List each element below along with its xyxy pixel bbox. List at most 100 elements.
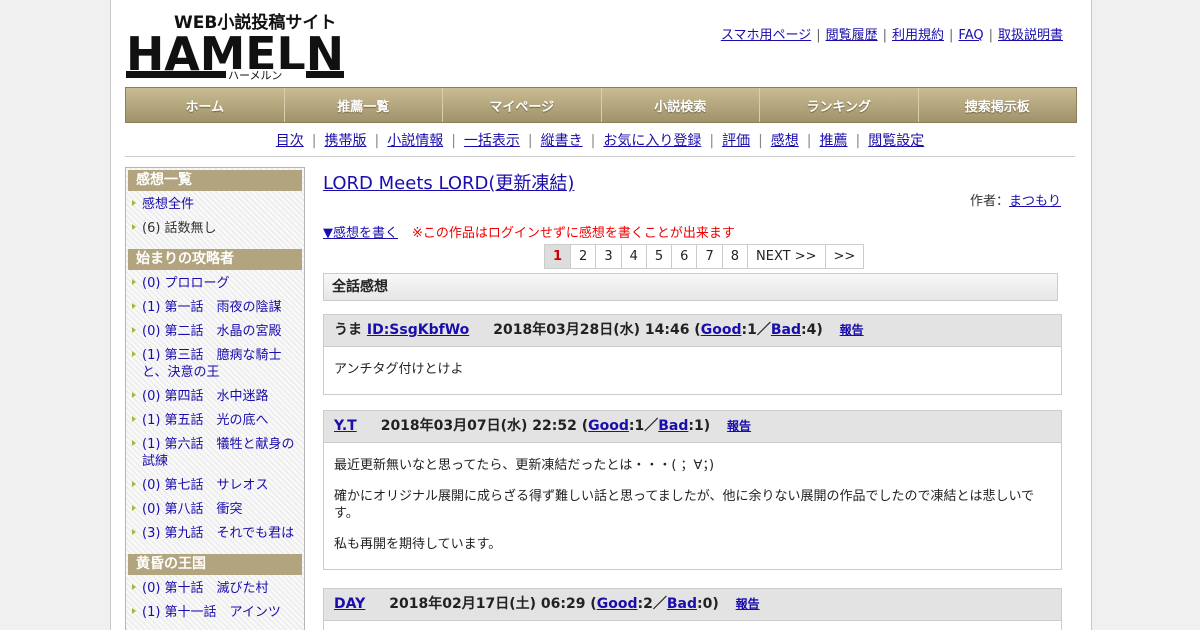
sidebar-list: (0) 第十話 滅びた村 (1) 第十一話 アインツ: [126, 579, 304, 627]
review-card: Y.T 2018年03月07日(水) 22:52 (Good:1／Bad:1) 報…: [323, 410, 1062, 570]
review-body: 最近更新無いなと思ってたら、更新凍結だったとは・・・( ；∀；) 確かにオリジナ…: [324, 443, 1061, 569]
review-body: アンチタグ付けとけよ: [324, 347, 1061, 394]
sidebar-item[interactable]: (1) 第三話 臆病な騎士と、決意の王: [126, 346, 304, 387]
sidebar-item[interactable]: (0) 第四話 水中迷路: [126, 387, 304, 411]
author-link[interactable]: まつもり: [1009, 194, 1061, 209]
subnav-reviews[interactable]: 感想: [771, 133, 799, 149]
sidebar-chapter-link[interactable]: (3) 第九話 それでも君は: [142, 526, 294, 541]
page-next[interactable]: NEXT >>: [748, 245, 826, 268]
sidebar-item[interactable]: 感想全件: [126, 195, 304, 219]
sidebar-chapter-link[interactable]: (1) 第三話 臆病な騎士と、決意の王: [142, 348, 282, 380]
review-user-link[interactable]: ID:SsgKbfWo: [367, 322, 469, 338]
toplink-manual[interactable]: 取扱説明書: [998, 28, 1063, 43]
sidebar-chapter-link[interactable]: (0) 第七話 サレオス: [142, 478, 269, 493]
hameln-logo[interactable]: WEB小説投稿サイト HAMELN ハーメルン: [126, 10, 346, 80]
page-1[interactable]: 1: [545, 245, 572, 268]
subnav-view-settings[interactable]: 閲覧設定: [868, 133, 924, 149]
sidebar-heading-arc-1: 始まりの攻略者: [128, 249, 302, 270]
bad-count: 0: [702, 596, 713, 612]
sidebar-list: 感想全件 (6) 話数無し: [126, 195, 304, 243]
review-header: うま ID:SsgKbfWo 2018年03月28日(水) 14:46 (Good…: [324, 315, 1061, 347]
sidebar-item-all-reviews[interactable]: 感想全件: [142, 197, 194, 212]
sidebar-item[interactable]: (1) 第五話 光の底へ: [126, 411, 304, 435]
review-date: 2018年03月07日(水) 22:52: [380, 418, 577, 434]
subnav-bulk-view[interactable]: 一括表示: [464, 133, 520, 149]
page: WEB小説投稿サイト HAMELN ハーメルン スマホ用ページ | 閲覧履歴 | 利用規…: [110, 0, 1092, 630]
sidebar-chapter-link[interactable]: (1) 第十一話 アインツ: [142, 605, 281, 620]
page-6[interactable]: 6: [672, 245, 698, 268]
bad-button[interactable]: Bad: [771, 322, 801, 338]
sidebar-chapter-link[interactable]: (0) プロローグ: [142, 276, 230, 291]
toplink-history[interactable]: 閲覧履歴: [826, 28, 878, 43]
toplink-terms[interactable]: 利用規約: [892, 28, 944, 43]
all-chapters-header: 全話感想: [323, 273, 1058, 301]
nav-search-board[interactable]: 捜索掲示板: [918, 88, 1076, 122]
review-header: DAY 2018年02月17日(土) 06:29 (Good:2／Bad:0) 報…: [324, 589, 1061, 621]
sidebar-chapter-link[interactable]: (0) 第八話 衝突: [142, 502, 243, 517]
sidebar-chapter-link[interactable]: (0) 第四話 水中迷路: [142, 389, 269, 404]
sidebar-chapter-link[interactable]: (1) 第五話 光の底へ: [142, 413, 269, 428]
sidebar-item[interactable]: (0) 第七話 サレオス: [126, 476, 304, 500]
page-8[interactable]: 8: [722, 245, 749, 268]
nav-novel-search[interactable]: 小説検索: [601, 88, 760, 122]
sidebar-item[interactable]: (0) プロローグ: [126, 274, 304, 298]
sidebar-item-no-chapter: (6) 話数無し: [142, 221, 217, 236]
good-button[interactable]: Good: [701, 322, 742, 338]
sidebar-chapter-link[interactable]: (0) 第二話 水晶の宮殿: [142, 324, 282, 339]
bad-button[interactable]: Bad: [658, 418, 688, 434]
report-link[interactable]: 報告: [727, 419, 751, 433]
page-last[interactable]: >>: [825, 245, 864, 268]
page-2[interactable]: 2: [571, 245, 597, 268]
sidebar-heading-review-list: 感想一覧: [128, 170, 302, 191]
sidebar-item[interactable]: (0) 第十話 滅びた村: [126, 579, 304, 603]
subnav-recommend[interactable]: 推薦: [820, 133, 848, 149]
toplink-smartphone[interactable]: スマホ用ページ: [721, 28, 811, 43]
report-link[interactable]: 報告: [840, 323, 864, 337]
subnav-novel-info[interactable]: 小説情報: [387, 133, 443, 149]
sidebar-list: (0) プロローグ (1) 第一話 雨夜の陰謀 (0) 第二話 水晶の宮殿 (1…: [126, 274, 304, 548]
nav-mypage[interactable]: マイページ: [443, 88, 602, 122]
review-user-link[interactable]: DAY: [334, 596, 365, 612]
good-count: 2: [643, 596, 653, 612]
nav-recommend-list[interactable]: 推薦一覧: [284, 88, 443, 122]
good-count: 1: [634, 418, 645, 434]
sidebar-item[interactable]: (1) 第十一話 アインツ: [126, 603, 304, 627]
page-7[interactable]: 7: [697, 245, 723, 268]
good-button[interactable]: Good: [597, 596, 638, 612]
page-5[interactable]: 5: [646, 245, 673, 268]
sidebar-chapter-link[interactable]: (1) 第一話 雨夜の陰謀: [142, 300, 282, 315]
nav-home[interactable]: ホーム: [126, 88, 285, 122]
sidebar-chapter-link[interactable]: (0) 第十話 滅びた村: [142, 581, 269, 596]
subnav-mobile[interactable]: 携帯版: [324, 133, 366, 149]
sidebar-item[interactable]: (1) 第六話 犠牲と献身の試練: [126, 435, 304, 476]
divider: [125, 156, 1075, 157]
subnav-vertical[interactable]: 縦書き: [541, 133, 583, 149]
write-review-link[interactable]: ▼感想を書く: [323, 226, 398, 241]
review-name-prefix: うま: [334, 322, 367, 338]
page-4[interactable]: 4: [621, 245, 647, 268]
sub-nav: 目次 | 携帯版 | 小説情報 | 一括表示 | 縦書き | お気に入り登録 | 評価 | 感想 | 推薦 | 閲覧…: [275, 133, 925, 149]
author-line: 作者：まつもり: [970, 190, 1061, 209]
login-note: ※この作品はログインせずに感想を書くことが出来ます: [412, 226, 735, 241]
subnav-rating[interactable]: 評価: [722, 133, 750, 149]
nav-ranking[interactable]: ランキング: [760, 88, 919, 122]
subnav-favorite[interactable]: お気に入り登録: [603, 133, 701, 149]
logo-kana: ハーメルン: [228, 69, 282, 80]
report-link[interactable]: 報告: [736, 597, 760, 611]
review-text: 私も再開を期待しています。: [334, 537, 502, 552]
sidebar-item[interactable]: (3) 第九話 それでも君は: [126, 524, 304, 548]
page-3[interactable]: 3: [596, 245, 622, 268]
write-review-line: ▼感想を書く ※この作品はログインせずに感想を書くことが出来ます: [323, 222, 735, 241]
good-button[interactable]: Good: [588, 418, 629, 434]
sidebar-chapter-link[interactable]: (1) 第六話 犠牲と献身の試練: [142, 437, 295, 469]
subnav-toc[interactable]: 目次: [276, 133, 304, 149]
bad-button[interactable]: Bad: [667, 596, 697, 612]
novel-title[interactable]: LORD Meets LORD(更新凍結): [323, 169, 574, 195]
toplink-faq[interactable]: FAQ: [958, 28, 983, 43]
sidebar-item[interactable]: (0) 第八話 衝突: [126, 500, 304, 524]
review-user-link[interactable]: Y.T: [334, 418, 357, 434]
sidebar-item[interactable]: (0) 第二話 水晶の宮殿: [126, 322, 304, 346]
review-text: 最近更新無いなと思ってたら、更新凍結だったとは・・・( ；∀；): [334, 458, 715, 473]
pagination: 1 2 3 4 5 6 7 8 NEXT >> >>: [544, 244, 865, 269]
sidebar-item[interactable]: (1) 第一話 雨夜の陰謀: [126, 298, 304, 322]
